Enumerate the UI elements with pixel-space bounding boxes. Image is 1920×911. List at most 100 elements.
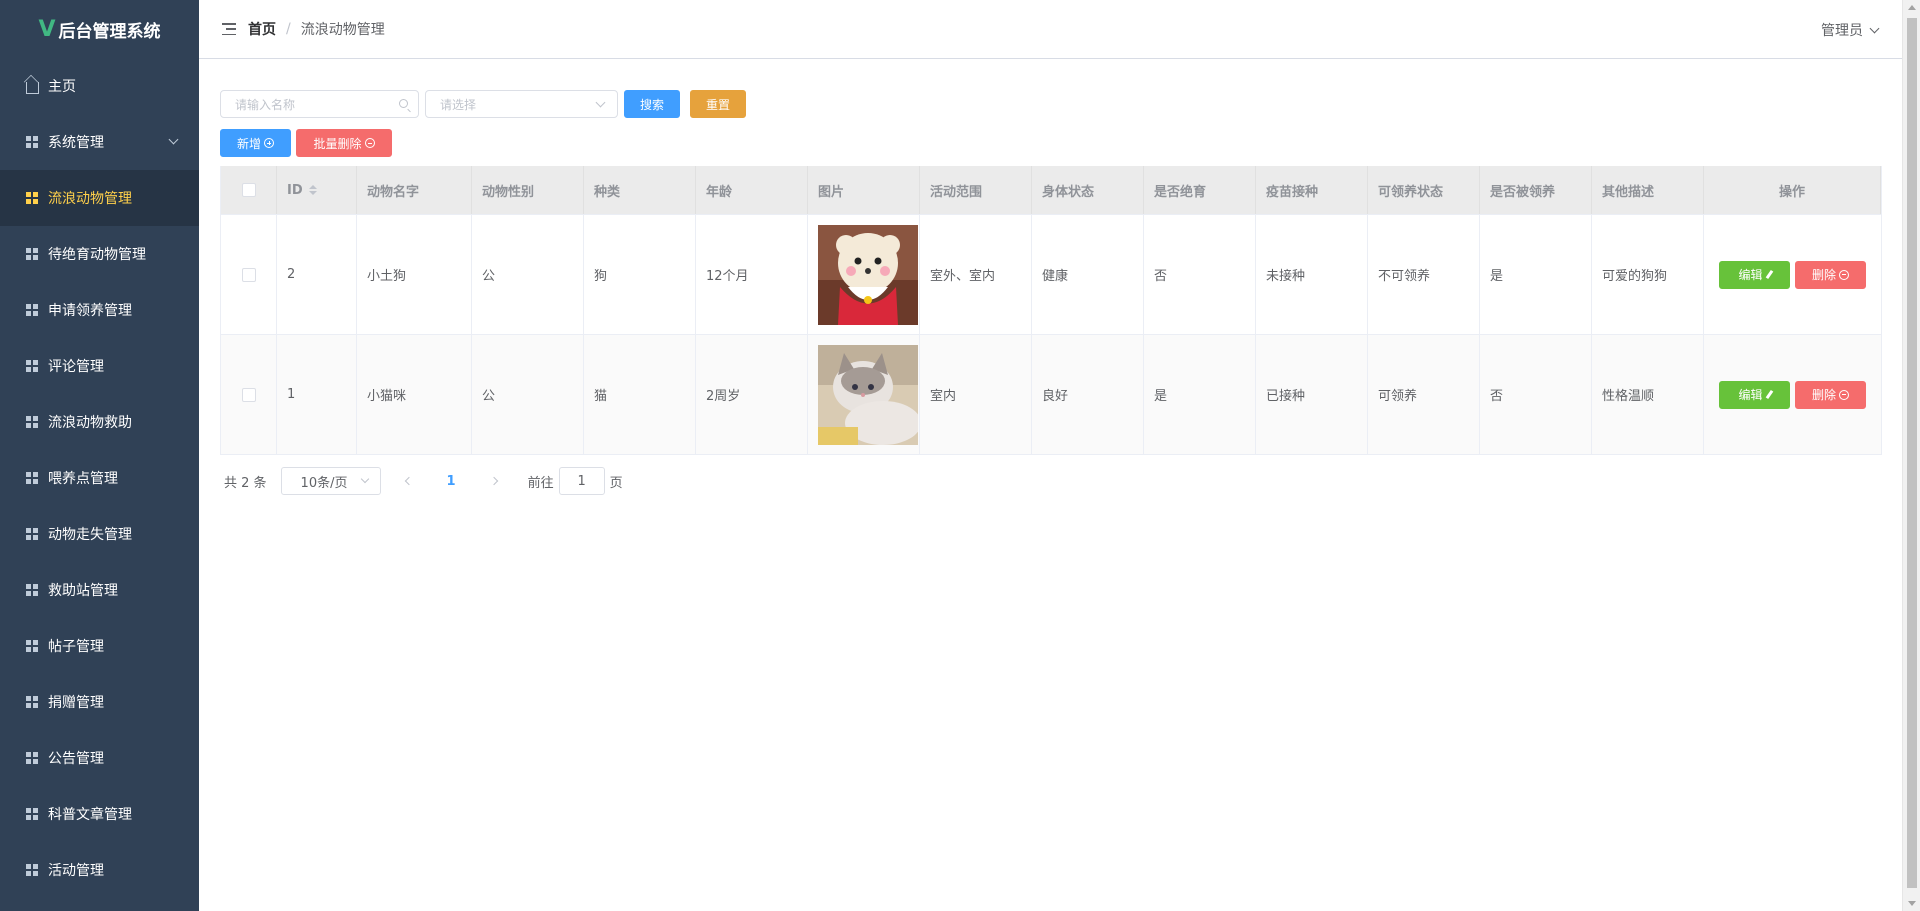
page-size-value: 10条/页 [300,475,348,491]
sidebar-item-9[interactable]: 救助站管理 [0,562,199,618]
sidebar-item-7[interactable]: 喂养点管理 [0,450,199,506]
column-header-label: 是否被领养 [1490,184,1556,200]
dog-photo[interactable] [818,224,918,325]
sidebar-item-2[interactable]: 流浪动物管理 [0,170,199,226]
cell-image [808,335,920,454]
sidebar-item-3[interactable]: 待绝育动物管理 [0,226,199,282]
sidebar-item-8[interactable]: 动物走失管理 [0,506,199,562]
sidebar-item-label: 流浪动物救助 [48,415,132,431]
sidebar-item-6[interactable]: 流浪动物救助 [0,394,199,450]
breadcrumb-current: 流浪动物管理 [300,22,385,38]
scroll-down-arrow-icon[interactable] [1908,901,1916,906]
delete-label: 删除 [1811,268,1836,282]
goto-page-input[interactable]: 1 [558,467,605,495]
sidebar-item-4[interactable]: 申请领养管理 [0,282,199,338]
cell-vaccine: 已接种 [1256,335,1368,454]
column-header-label: 疫苗接种 [1266,184,1319,200]
column-header-label: 种类 [594,184,621,200]
cat-photo[interactable] [818,344,918,445]
search-button[interactable]: 搜索 [624,90,680,118]
sidebar-item-12[interactable]: 公告管理 [0,730,199,786]
delete-button[interactable]: 删除 [1795,380,1866,409]
row-checkbox[interactable] [241,267,256,282]
cell-gender: 公 [472,335,584,454]
sidebar-item-label: 评论管理 [48,359,104,375]
grid-icon [24,246,40,262]
column-header-id[interactable]: ID [277,166,357,214]
column-header-label: ID [287,182,303,198]
sidebar-item-label: 救助站管理 [48,583,118,599]
sidebar-item-0[interactable]: 主页 [0,58,199,114]
sidebar-item-1[interactable]: 系统管理 [0,114,199,170]
edit-button[interactable]: 编辑 [1719,260,1790,289]
grid-icon [24,134,40,150]
search-bar: 请输入名称 请选择 搜索 重置 [220,90,1882,118]
app-title: 后台管理系统 [58,21,161,42]
column-header-adopted: 是否被领养 [1480,166,1592,214]
user-name: 管理员 [1821,23,1863,39]
batch-delete-label: 批量删除 [313,136,362,151]
pagination: 共 2 条 10条/页 1 前往 1 页 [220,467,1882,495]
row-checkbox[interactable] [241,387,256,402]
chevron-right-icon [489,476,498,486]
chevron-down-icon [360,474,369,484]
cell-gender: 公 [472,215,584,334]
sidebar-item-label: 公告管理 [48,751,104,767]
filter-select[interactable]: 请选择 [425,90,618,118]
scroll-up-arrow-icon[interactable] [1908,5,1916,10]
sidebar-item-13[interactable]: 科普文章管理 [0,786,199,842]
column-header-label: 年龄 [706,184,733,200]
breadcrumb-home[interactable]: 首页 [248,19,276,39]
grid-icon [24,750,40,766]
edit-button[interactable]: 编辑 [1719,380,1790,409]
page-number-current[interactable]: 1 [447,474,456,489]
cell-range: 室外、室内 [920,215,1032,334]
goto-label: 前往 [527,475,554,491]
breadcrumb: 首页 / 流浪动物管理 [248,19,385,39]
page-scrollbar[interactable] [1902,0,1920,911]
select-all-checkbox[interactable] [241,183,256,197]
sidebar-item-label: 系统管理 [48,135,104,151]
grid-icon [24,470,40,486]
sidebar-item-label: 科普文章管理 [48,807,132,823]
sort-caret-icon[interactable] [308,185,317,195]
column-header-range: 活动范围 [920,166,1032,214]
add-button[interactable]: 新增 [220,129,291,157]
sidebar-item-11[interactable]: 捐赠管理 [0,674,199,730]
hamburger-menu-icon[interactable] [222,23,236,35]
sidebar-item-label: 申请领养管理 [48,303,132,319]
cell-id: 1 [277,335,357,454]
row-select-cell [221,335,277,454]
edit-pencil-icon [1765,389,1773,400]
chevron-down-icon [595,97,606,108]
delete-button[interactable]: 删除 [1795,260,1866,289]
sidebar-item-label: 主页 [48,79,76,95]
scroll-thumb[interactable] [1907,18,1917,888]
column-header-label: 活动范围 [930,184,983,200]
prev-page-button[interactable] [403,467,415,495]
user-dropdown[interactable]: 管理员 [1821,20,1880,40]
batch-delete-button[interactable]: 批量删除 [296,129,392,157]
column-header-adoptable: 可领养状态 [1368,166,1480,214]
grid-icon [24,526,40,542]
column-header-label: 动物性别 [482,184,535,200]
column-header-image: 图片 [808,166,920,214]
cell-desc: 可爱的狗狗 [1592,215,1704,334]
page-size-select[interactable]: 10条/页 [280,467,381,495]
sidebar-item-10[interactable]: 帖子管理 [0,618,199,674]
grid-icon [24,190,40,206]
grid-icon [24,806,40,822]
cell-neutered: 是 [1144,335,1256,454]
sidebar-item-label: 帖子管理 [48,639,104,655]
column-header-actions: 操作 [1704,166,1881,214]
sidebar-item-14[interactable]: 活动管理 [0,842,199,898]
cell-vaccine: 未接种 [1256,215,1368,334]
name-search-input[interactable]: 请输入名称 [220,90,419,118]
edit-pencil-icon [1765,269,1773,280]
cell-kind: 狗 [584,215,696,334]
reset-button[interactable]: 重置 [690,90,746,118]
column-header-label: 是否绝育 [1154,184,1207,200]
sidebar: V 后台管理系统 主页 系统管理 流浪动物管理 待绝育动物管理 申请领养管理 评论管理 流浪… [0,0,199,911]
sidebar-item-5[interactable]: 评论管理 [0,338,199,394]
next-page-button[interactable] [488,467,500,495]
